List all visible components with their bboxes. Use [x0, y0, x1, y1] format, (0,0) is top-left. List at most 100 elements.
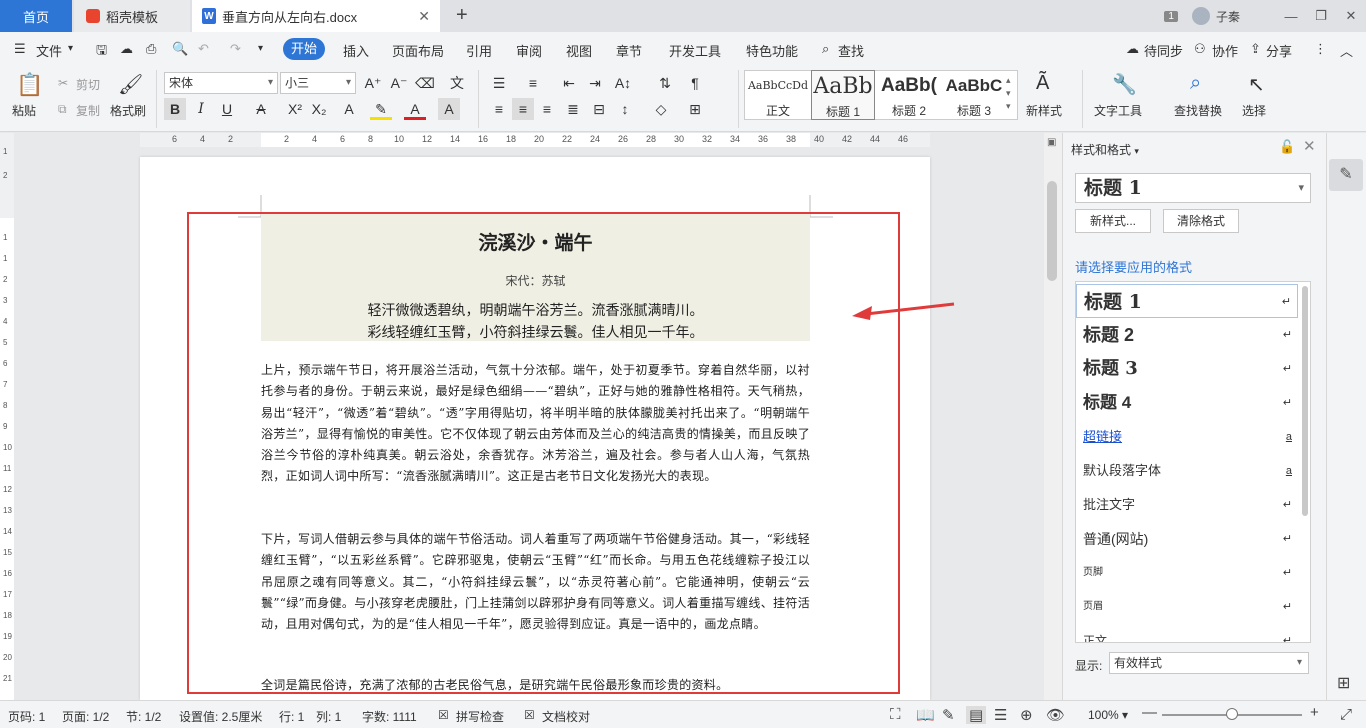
quick-access-more-icon[interactable]: ▾ — [258, 43, 263, 54]
line-spacing-icon[interactable]: ↕ — [614, 98, 636, 120]
text-direction-icon[interactable]: A↕ — [612, 72, 634, 94]
new-style-button[interactable]: 新样式... — [1075, 209, 1151, 233]
vertical-ruler[interactable]: 1 2 1 1 2 3 4 5 6 7 8 9 10 11 12 13 14 1… — [0, 133, 14, 700]
underline-icon[interactable]: U — [216, 98, 238, 120]
shading-icon[interactable]: ◇ — [650, 98, 672, 120]
zoom-out-icon[interactable]: — — [1142, 704, 1157, 721]
more-icon[interactable]: ⋮ — [1314, 41, 1327, 57]
style-item-heading1[interactable]: 标题 1 ↵ — [1076, 284, 1298, 318]
style-edit-icon[interactable]: ✎ — [1329, 159, 1363, 191]
select-icon[interactable]: ↖ — [1248, 72, 1265, 97]
paste-button[interactable]: 粘贴 — [12, 102, 36, 119]
read-mode-icon[interactable]: 📖 — [916, 706, 935, 724]
style-item-hyperlink[interactable]: 超链接 a — [1076, 420, 1298, 454]
char-shading-icon[interactable]: A — [438, 98, 460, 120]
print-preview-icon[interactable]: 🔍 — [172, 41, 188, 57]
panel-title[interactable]: 样式和格式 ▾ — [1071, 141, 1139, 158]
text-effect-icon[interactable]: A — [338, 98, 360, 120]
style-heading3[interactable]: AaBbC 标题 3 — [943, 70, 1005, 120]
proofread-icon[interactable]: ☒ — [524, 708, 535, 722]
window-count-badge[interactable]: 1 — [1164, 10, 1178, 22]
cut-button[interactable]: 剪切 — [76, 76, 100, 93]
copy-icon[interactable]: ⧉ — [58, 102, 67, 117]
text-tools-icon[interactable]: 🔧 — [1112, 72, 1137, 97]
fit-icon[interactable]: ⤢ — [1340, 706, 1352, 723]
menu-search[interactable]: 查找 — [838, 41, 864, 60]
print-icon[interactable]: ⎙ — [146, 41, 156, 57]
clear-format-button[interactable]: 清除格式 — [1163, 209, 1239, 233]
distribute-icon[interactable]: ⊟ — [588, 98, 610, 120]
current-style-select[interactable]: 标题 1 — [1075, 173, 1311, 203]
menu-file[interactable]: 文件 — [36, 41, 62, 60]
phonetic-icon[interactable]: 文 — [446, 72, 468, 94]
style-item-comment-text[interactable]: 批注文字 ↵ — [1076, 488, 1298, 522]
style-list[interactable]: 标题 1 ↵ 标题 2 ↵ 标题 3 ↵ 标题 4 ↵ 超链接 a 默认段落字体 a 批注文… — [1075, 281, 1311, 643]
style-item-header[interactable]: 页眉 ↵ — [1076, 590, 1298, 624]
menu-insert[interactable]: 插入 — [343, 41, 369, 60]
style-item-heading2[interactable]: 标题 2 ↵ — [1076, 318, 1298, 352]
tab-home[interactable]: 首页 — [0, 0, 72, 32]
style-item-default-font[interactable]: 默认段落字体 a — [1076, 454, 1298, 488]
style-item-footer[interactable]: 页脚 ↵ — [1076, 556, 1298, 590]
menu-view[interactable]: 视图 — [566, 41, 592, 60]
borders-icon[interactable]: ⊞ — [684, 98, 706, 120]
style-normal[interactable]: AaBbCcDd 正文 — [746, 70, 810, 120]
status-col[interactable]: 列: 1 — [316, 708, 341, 725]
menu-features[interactable]: 特色功能 — [746, 41, 798, 60]
eye-care-icon[interactable]: 👁 — [1046, 706, 1065, 724]
web-view-icon[interactable]: ⊕ — [1020, 706, 1033, 724]
style-item-normal[interactable]: 正文 ↵ — [1076, 624, 1298, 642]
write-mode-icon[interactable]: ✎ — [942, 706, 955, 724]
proofread-button[interactable]: 文档校对 — [542, 708, 590, 725]
status-page[interactable]: 页码: 1 — [8, 708, 45, 725]
spell-check-icon[interactable]: ☒ — [438, 708, 449, 722]
select-button[interactable]: 选择 — [1242, 102, 1266, 119]
highlight-icon[interactable]: ✎ — [370, 98, 392, 120]
lock-icon[interactable]: 🔓 — [1279, 139, 1295, 155]
menu-sync[interactable]: 待同步 — [1144, 41, 1183, 60]
find-replace-button[interactable]: 查找替换 — [1174, 102, 1222, 119]
align-center-icon[interactable]: ≡ — [512, 98, 534, 120]
zoom-level[interactable]: 100% ▾ — [1088, 708, 1128, 722]
display-filter-select[interactable]: 有效样式 — [1109, 652, 1309, 674]
menu-references[interactable]: 引用 — [466, 41, 492, 60]
superscript-icon[interactable]: X² — [284, 98, 306, 120]
style-heading1[interactable]: AaBb 标题 1 — [811, 70, 875, 120]
document-scrollbar[interactable]: ▣ — [1044, 133, 1062, 700]
align-left-icon[interactable]: ≡ — [488, 98, 510, 120]
window-close-icon[interactable]: ✕ — [1336, 8, 1366, 24]
increase-indent-icon[interactable]: ⇥ — [584, 72, 606, 94]
scroll-settings-icon[interactable]: ▣ — [1047, 137, 1056, 148]
menu-section[interactable]: 章节 — [616, 41, 642, 60]
font-color-icon[interactable]: A — [404, 98, 426, 120]
tab-document[interactable]: W 垂直方向从左向右.docx ✕ — [192, 0, 440, 32]
paste-icon[interactable]: 📋 — [16, 72, 43, 98]
format-painter-button[interactable]: 格式刷 — [110, 102, 146, 119]
collab-icon[interactable]: ⚇ — [1194, 41, 1206, 57]
font-family-select[interactable]: 宋体 — [164, 72, 278, 94]
status-pages[interactable]: 页面: 1/2 — [62, 708, 109, 725]
grid-icon[interactable]: ⊞ — [1337, 673, 1350, 693]
new-style-icon[interactable]: Ã — [1036, 72, 1049, 95]
menu-start[interactable]: 开始 — [283, 38, 325, 60]
style-item-heading4[interactable]: 标题 4 ↵ — [1076, 386, 1298, 420]
restore-icon[interactable]: ❐ — [1306, 8, 1336, 24]
find-replace-icon[interactable]: ⌕ — [1190, 72, 1201, 95]
new-tab-icon[interactable]: + — [456, 4, 468, 27]
close-icon[interactable]: ✕ — [1303, 137, 1316, 155]
bold-icon[interactable]: B — [164, 98, 186, 120]
shrink-font-icon[interactable]: A⁻ — [388, 72, 410, 94]
cloud-icon[interactable]: ☁ — [120, 41, 133, 57]
menu-developer[interactable]: 开发工具 — [669, 41, 721, 60]
save-icon[interactable]: 🖫 — [96, 41, 107, 63]
text-tools-button[interactable]: 文字工具 — [1094, 102, 1142, 119]
collapse-ribbon-icon[interactable]: ︿ — [1340, 41, 1353, 60]
fullscreen-icon[interactable]: ⛶ — [890, 706, 901, 723]
menu-page-layout[interactable]: 页面布局 — [392, 41, 444, 60]
menu-share[interactable]: 分享 — [1266, 41, 1292, 60]
outline-view-icon[interactable]: ☰ — [994, 706, 1007, 724]
bullet-list-icon[interactable]: ☰ — [488, 72, 510, 94]
italic-icon[interactable]: I — [190, 98, 212, 120]
align-right-icon[interactable]: ≡ — [536, 98, 558, 120]
close-icon[interactable]: ✕ — [418, 8, 430, 25]
